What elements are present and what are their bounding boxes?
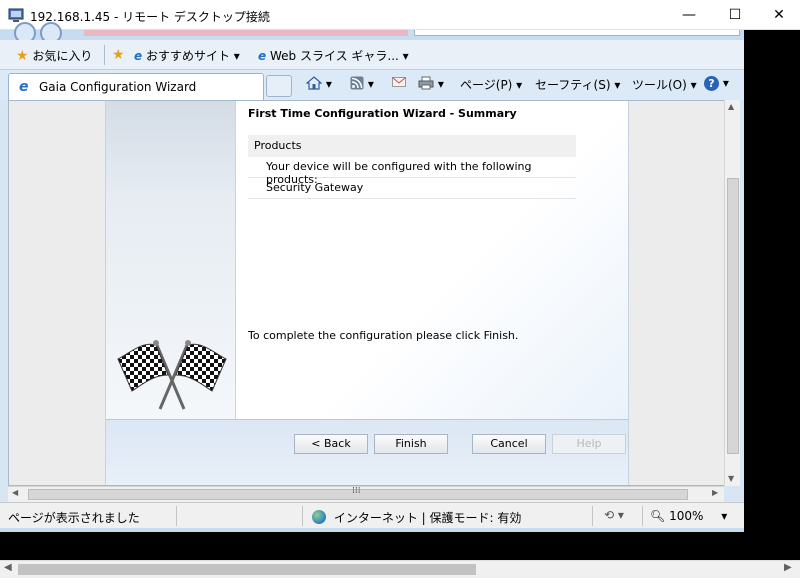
zoom-control[interactable]: 🔍︎ 100% ▾ [650, 509, 727, 523]
remote-desktop-scroll-thumb[interactable] [18, 564, 476, 575]
help-button[interactable]: ? ▾ [704, 76, 729, 91]
recommended-sites-link[interactable]: e おすすめサイト ▾ [134, 47, 240, 64]
products-header: Products [248, 135, 576, 157]
mail-button[interactable] [392, 76, 406, 90]
list-item: Your device will be configured with the … [248, 157, 576, 186]
help-icon: ? [704, 76, 719, 91]
checkered-flags-icon [117, 340, 227, 410]
status-divider [302, 506, 303, 526]
tab-gaia-configuration-wizard[interactable]: e Gaia Configuration Wizard [8, 73, 264, 100]
ie-page-icon: e [134, 49, 143, 63]
remote-desktop-background [744, 30, 800, 560]
horizontal-scrollbar[interactable]: ◀ ⁞⁞⁞ ▶ [8, 486, 724, 502]
print-dropdown-icon: ▾ [437, 77, 444, 91]
remote-desktop-titlebar: 192.168.1.45 - リモート デスクトップ接続 — ☐ ✕ [0, 0, 800, 30]
help-dropdown-icon: ▾ [722, 76, 729, 90]
ie-page-icon: e [258, 49, 267, 63]
help-wizard-button: Help [552, 434, 626, 454]
web-slices-link[interactable]: e Web スライス ギャラ... ▾ [258, 47, 409, 64]
home-icon [305, 76, 323, 90]
minimize-button[interactable]: — [666, 0, 712, 30]
web-slices-label: Web スライス ギャラ... ▾ [269, 49, 409, 63]
configuration-wizard: First Time Configuration Wizard - Summar… [105, 101, 629, 485]
feeds-icon [350, 76, 364, 90]
scroll-right-icon[interactable]: ▶ [712, 488, 718, 497]
scroll-left-icon[interactable]: ◀ [12, 488, 18, 497]
tab-title: Gaia Configuration Wizard [39, 80, 197, 94]
status-divider [642, 506, 643, 526]
protected-mode-icon: ⟲ [604, 508, 615, 522]
add-favorite-icon[interactable]: ★ [112, 47, 125, 63]
security-zone[interactable]: インターネット | 保護モード: 有効 [312, 509, 521, 526]
browser-window: ★ お気に入り ★ e おすすめサイト ▾ e Web スライス ギャラ... … [0, 22, 744, 532]
protected-mode-button[interactable]: ⟲ ▾ [604, 508, 624, 522]
status-bar: ページが表示されました インターネット | 保護モード: 有効 ⟲ ▾ 🔍︎ 1… [0, 502, 744, 528]
recommended-sites-label: おすすめサイト ▾ [145, 49, 240, 63]
remote-desktop-title: 192.168.1.45 - リモート デスクトップ接続 [30, 10, 270, 24]
zoom-level: 100% [669, 509, 704, 523]
feeds-button[interactable]: ▾ [350, 76, 374, 91]
vertical-scrollbar[interactable]: ▲ ▼ [724, 100, 740, 486]
scroll-down-icon[interactable]: ▼ [728, 474, 734, 483]
security-zone-label: インターネット | 保護モード: 有効 [333, 511, 522, 525]
wizard-footer: < Back Finish Cancel Help [106, 419, 628, 485]
status-message: ページが表示されました [8, 511, 140, 525]
home-dropdown-icon: ▾ [325, 77, 332, 91]
wizard-title: First Time Configuration Wizard - Summar… [248, 107, 517, 120]
scroll-left-icon[interactable]: ◀ [4, 562, 12, 573]
address-bar[interactable] [84, 30, 408, 36]
zoom-icon: 🔍︎ [650, 509, 666, 523]
favorites-button[interactable]: ★ お気に入り [16, 47, 92, 64]
print-button[interactable]: ▾ [418, 76, 444, 91]
list-item: Security Gateway [248, 178, 576, 199]
complete-message: To complete the configuration please cli… [248, 329, 519, 342]
globe-icon [312, 510, 326, 524]
command-bar: e Gaia Configuration Wizard ▾ ▾ ▾ ページ(P)… [0, 70, 744, 100]
close-button[interactable]: ✕ [756, 0, 800, 30]
status-divider [176, 506, 177, 526]
wizard-main-panel: First Time Configuration Wizard - Summar… [236, 101, 628, 419]
page-menu[interactable]: ページ(P) ▾ [460, 76, 522, 93]
zoom-dropdown-icon: ▾ [721, 509, 728, 523]
scroll-right-icon[interactable]: ▶ [784, 562, 792, 573]
page-content: First Time Configuration Wizard - Summar… [8, 100, 726, 486]
safety-menu[interactable]: セーフティ(S) ▾ [535, 76, 620, 93]
remote-desktop-icon [8, 8, 24, 22]
scroll-grip-icon: ⁞⁞⁞ [352, 486, 361, 496]
back-button[interactable]: < Back [294, 434, 368, 454]
ie-page-icon: e [19, 79, 29, 95]
star-icon: ★ [16, 48, 29, 64]
protected-mode-dropdown-icon: ▾ [617, 508, 624, 522]
wizard-sidebar [106, 101, 236, 419]
new-tab-button[interactable] [266, 75, 292, 97]
mail-icon [392, 77, 406, 87]
browser-bottom-border [0, 528, 744, 532]
cancel-button[interactable]: Cancel [472, 434, 546, 454]
finish-button[interactable]: Finish [374, 434, 448, 454]
vertical-scroll-thumb[interactable] [727, 178, 739, 454]
scroll-up-icon[interactable]: ▲ [728, 102, 734, 111]
favorites-label: お気に入り [32, 49, 93, 63]
search-box[interactable] [414, 30, 740, 36]
feeds-dropdown-icon: ▾ [367, 77, 374, 91]
tools-menu[interactable]: ツール(O) ▾ [632, 76, 697, 93]
address-bar-area [0, 22, 744, 44]
maximize-button[interactable]: ☐ [712, 0, 758, 30]
favorites-separator [104, 45, 105, 65]
remote-desktop-horizontal-scrollbar[interactable]: ◀ ▶ [0, 560, 800, 578]
home-button[interactable]: ▾ [305, 76, 332, 91]
status-divider [592, 506, 593, 526]
printer-icon [418, 76, 434, 90]
favorites-bar: ★ お気に入り ★ e おすすめサイト ▾ e Web スライス ギャラ... … [0, 40, 744, 70]
